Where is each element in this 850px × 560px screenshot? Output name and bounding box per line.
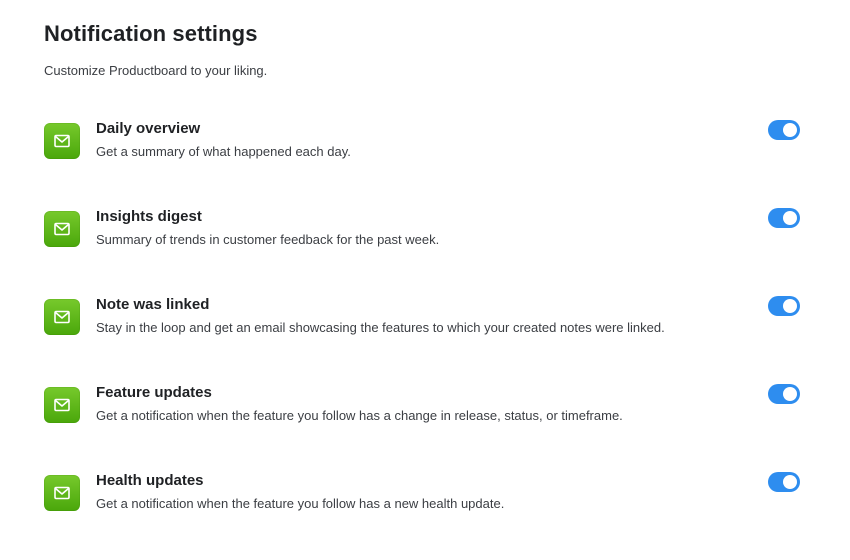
setting-description: Get a notification when the feature you …: [96, 408, 623, 423]
daily-overview-toggle[interactable]: [768, 120, 800, 140]
toggle-knob: [783, 123, 797, 137]
envelope-icon: [44, 387, 80, 423]
setting-description: Stay in the loop and get an email showca…: [96, 320, 665, 335]
note-was-linked-toggle[interactable]: [768, 296, 800, 316]
setting-description: Get a summary of what happened each day.: [96, 144, 351, 159]
setting-description: Get a notification when the feature you …: [96, 496, 505, 511]
setting-title: Daily overview: [96, 120, 201, 137]
setting-row-daily-overview: Daily overview Get a summary of what hap…: [44, 120, 804, 208]
feature-updates-toggle[interactable]: [768, 384, 800, 404]
setting-text: Note was linked Stay in the loop and get…: [96, 296, 736, 336]
setting-title: Feature updates: [96, 384, 212, 401]
setting-row-insights-digest: Insights digest Summary of trends in cus…: [44, 208, 804, 296]
toggle-knob: [783, 211, 797, 225]
page-title: Notification settings: [44, 21, 258, 46]
setting-title: Insights digest: [96, 208, 202, 225]
setting-text: Health updates Get a notification when t…: [96, 472, 736, 512]
toggle-knob: [783, 299, 797, 313]
toggle-knob: [783, 387, 797, 401]
setting-text: Feature updates Get a notification when …: [96, 384, 736, 424]
setting-text: Daily overview Get a summary of what hap…: [96, 120, 736, 160]
settings-list: Daily overview Get a summary of what hap…: [44, 120, 804, 560]
notification-settings-page: Notification settings Customize Productb…: [44, 20, 804, 511]
setting-row-health-updates: Health updates Get a notification when t…: [44, 472, 804, 560]
setting-text: Insights digest Summary of trends in cus…: [96, 208, 736, 248]
setting-title: Health updates: [96, 472, 204, 489]
setting-title: Note was linked: [96, 296, 210, 313]
toggle-knob: [783, 475, 797, 489]
page-subtitle: Customize Productboard to your liking.: [44, 63, 268, 78]
setting-row-note-was-linked: Note was linked Stay in the loop and get…: [44, 296, 804, 384]
envelope-icon: [44, 475, 80, 511]
setting-description: Summary of trends in customer feedback f…: [96, 232, 440, 247]
envelope-icon: [44, 123, 80, 159]
envelope-icon: [44, 211, 80, 247]
insights-digest-toggle[interactable]: [768, 208, 800, 228]
health-updates-toggle[interactable]: [768, 472, 800, 492]
envelope-icon: [44, 299, 80, 335]
setting-row-feature-updates: Feature updates Get a notification when …: [44, 384, 804, 472]
